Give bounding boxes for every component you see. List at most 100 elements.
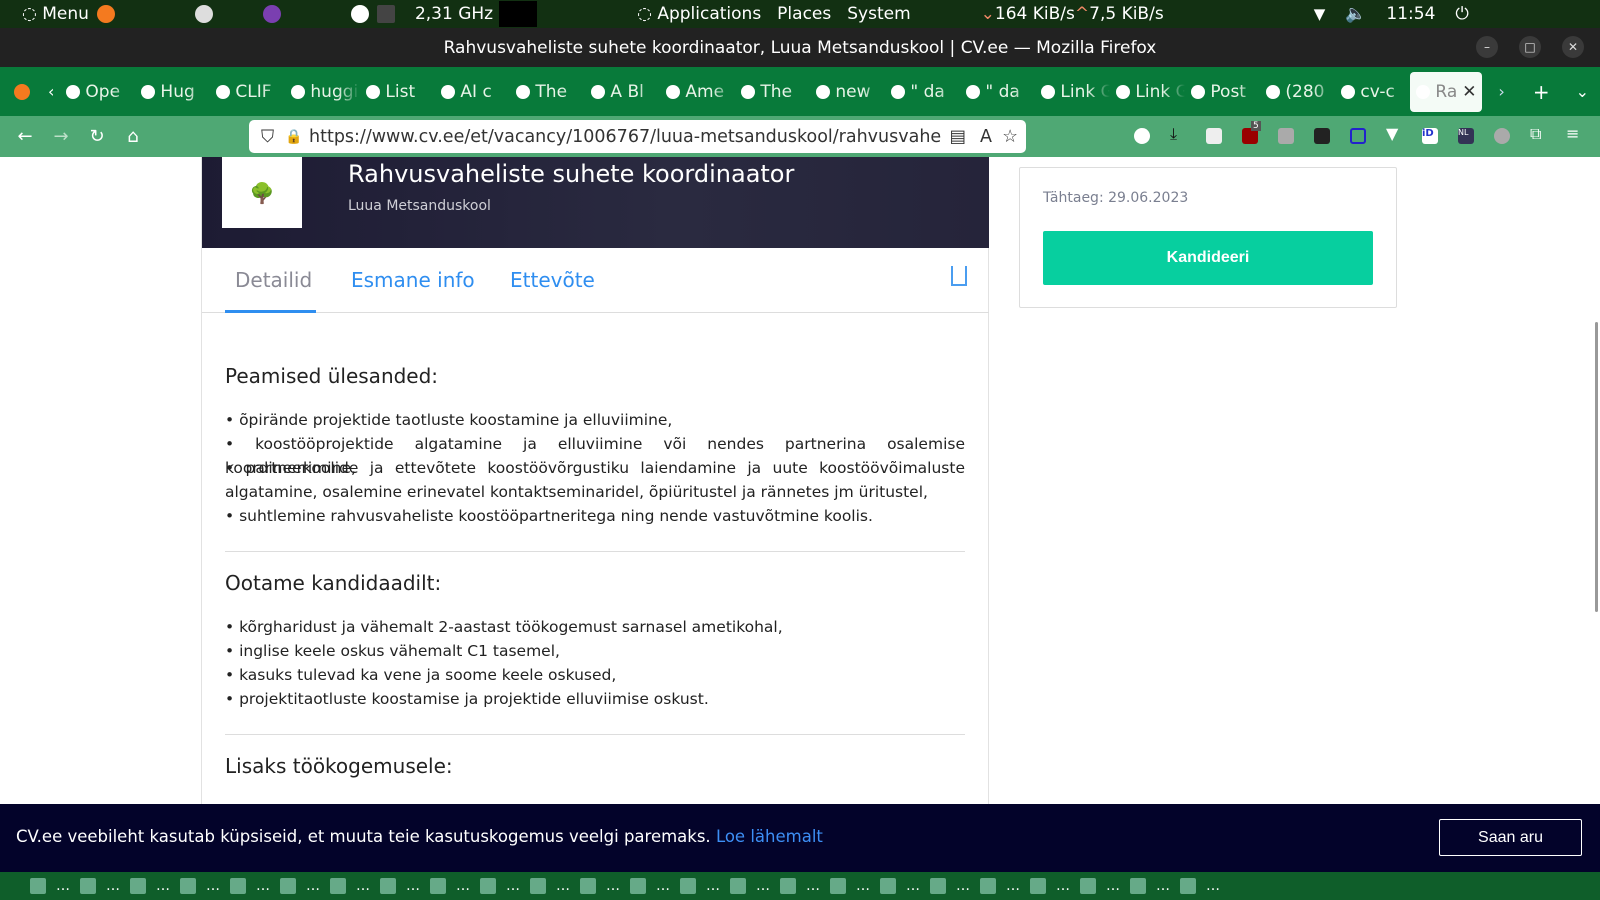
taskbar-app-icon[interactable] <box>130 878 146 894</box>
lock-icon[interactable]: 🔒 <box>285 129 302 145</box>
browser-tab[interactable]: Link G <box>1035 72 1110 112</box>
browser-tab[interactable]: The <box>735 72 810 112</box>
bookmark-star-icon[interactable]: ☆ <box>1002 126 1018 147</box>
new-tab-button[interactable]: + <box>1533 80 1550 104</box>
scroll-tabs-right[interactable]: › <box>1498 82 1504 101</box>
extensions-icon[interactable]: ⧉ <box>1530 124 1546 143</box>
browser-tab[interactable]: The <box>510 72 585 112</box>
tab-esmane-info[interactable]: Esmane info <box>351 268 475 292</box>
back-button[interactable]: ← <box>7 126 43 147</box>
page-scrollbar[interactable] <box>1592 157 1600 804</box>
url-text[interactable]: https://www.cv.ee/et/vacancy/1006767/luu… <box>309 127 941 147</box>
taskbar-app-icon[interactable] <box>530 878 546 894</box>
taskbar-app-icon[interactable] <box>180 878 196 894</box>
applications-menu[interactable]: ◌ Applications <box>637 4 761 24</box>
maximize-button[interactable]: □ <box>1519 36 1541 58</box>
power-icon[interactable]: ⏻ <box>1455 4 1468 24</box>
wifi-icon[interactable]: ▼ <box>1314 5 1326 23</box>
address-bar[interactable]: ⛉ 🔒 https://www.cv.ee/et/vacancy/1006767… <box>249 120 1026 153</box>
browser-tab[interactable]: Ope <box>60 72 135 112</box>
taskbar-app-icon[interactable] <box>1030 878 1046 894</box>
taskbar-app-icon[interactable] <box>880 878 896 894</box>
taskbar-app-icon[interactable] <box>830 878 846 894</box>
browser-tab[interactable]: " da <box>960 72 1035 112</box>
volume-icon[interactable]: 🔈 <box>1345 4 1366 24</box>
browser-tab[interactable]: Ra ✕ <box>1410 71 1483 112</box>
taskbar-app-icon[interactable] <box>630 878 646 894</box>
pocket-icon[interactable] <box>1134 128 1150 144</box>
places-menu[interactable]: Places <box>777 4 831 24</box>
clock[interactable]: 11:54 <box>1386 4 1435 24</box>
apply-button[interactable]: Kandideeri <box>1043 231 1373 285</box>
taskbar-app-icon[interactable] <box>430 878 446 894</box>
share-icon[interactable] <box>951 266 967 286</box>
filter-icon[interactable]: ▼ <box>1386 124 1402 143</box>
tab-ettevote[interactable]: Ettevõte <box>510 268 595 292</box>
browser-tab[interactable]: AI c <box>435 72 510 112</box>
taskbar-app-icon[interactable] <box>980 878 996 894</box>
system-menu[interactable]: System <box>847 4 910 24</box>
taskbar-app-icon[interactable] <box>680 878 696 894</box>
taskbar-app-icon[interactable] <box>730 878 746 894</box>
taskbar-app-icon[interactable] <box>780 878 796 894</box>
taskbar-app-icon[interactable] <box>230 878 246 894</box>
firefox-icon[interactable] <box>96 5 115 23</box>
ublock-icon[interactable]: 5 <box>1242 121 1261 144</box>
browser-tab[interactable]: Post <box>1185 72 1260 112</box>
cloud-icon[interactable] <box>1494 128 1510 144</box>
browser-tab[interactable]: cv-c <box>1335 72 1410 112</box>
tor-icon[interactable] <box>262 5 281 23</box>
scroll-tabs-left[interactable]: ‹ <box>48 82 54 101</box>
translate-icon[interactable]: A <box>980 126 992 147</box>
browser-tab[interactable]: huggin <box>285 72 360 112</box>
forward-button[interactable]: → <box>43 126 79 147</box>
nl-icon[interactable]: NL <box>1458 128 1474 144</box>
taskbar-ellipsis: … <box>606 878 620 894</box>
browser-tab[interactable]: Link G <box>1110 72 1185 112</box>
browser-tab[interactable]: " da <box>885 72 960 112</box>
shield-icon[interactable]: ⛉ <box>261 127 274 147</box>
app-menu-icon[interactable]: ≡ <box>1566 124 1582 143</box>
vtr-icon[interactable] <box>1314 128 1330 144</box>
taskbar-app-icon[interactable] <box>30 878 46 894</box>
menu-button[interactable]: ◌ Menu <box>22 4 89 24</box>
browser-tab[interactable]: CLIF <box>210 72 285 112</box>
home-button[interactable]: ⌂ <box>115 126 151 147</box>
browser-tab[interactable]: Ame <box>660 72 735 112</box>
minimize-button[interactable]: – <box>1476 36 1498 58</box>
taskbar-app-icon[interactable] <box>1080 878 1096 894</box>
company-name[interactable]: Luua Metsanduskool <box>348 198 491 214</box>
browser-tab[interactable]: A Bl <box>585 72 660 112</box>
read-more-link[interactable]: Loe lähemalt <box>716 827 823 846</box>
browser-tab[interactable]: (280 <box>1260 72 1335 112</box>
terminal-icon[interactable] <box>376 5 395 23</box>
accept-cookies-button[interactable]: Saan aru <box>1439 819 1582 856</box>
id-icon[interactable]: iD <box>1422 128 1438 144</box>
reload-button[interactable]: ↻ <box>79 126 115 147</box>
taskbar-app-icon[interactable] <box>930 878 946 894</box>
browser-tab[interactable]: new <box>810 72 885 112</box>
downloads-icon[interactable]: ⤓ <box>1170 124 1186 143</box>
tab-detailid[interactable]: Detailid <box>235 268 312 292</box>
taskbar-app-icon[interactable] <box>580 878 596 894</box>
taskbar-app-icon[interactable] <box>330 878 346 894</box>
browser-tab[interactable]: Hug <box>135 72 210 112</box>
taskbar-app-icon[interactable] <box>80 878 96 894</box>
taskbar-app-icon[interactable] <box>280 878 296 894</box>
link-icon[interactable] <box>1350 128 1366 144</box>
reader-view-icon[interactable]: ▤ <box>945 126 966 147</box>
search-icon[interactable] <box>194 5 213 23</box>
opera-icon[interactable] <box>350 5 369 23</box>
taskbar-app-icon[interactable] <box>1130 878 1146 894</box>
taskbar-app-icon[interactable] <box>1180 878 1196 894</box>
close-tab-icon[interactable]: ✕ <box>1462 82 1476 102</box>
taskbar-app-icon[interactable] <box>380 878 396 894</box>
notes-icon[interactable] <box>1206 128 1222 144</box>
browser-tab[interactable]: List <box>360 72 435 112</box>
extension-icon[interactable] <box>1278 128 1294 144</box>
scrollbar-thumb[interactable] <box>1595 322 1598 612</box>
close-window-button[interactable]: ✕ <box>1562 36 1584 58</box>
taskbar-app-icon[interactable] <box>480 878 496 894</box>
list-tabs-button[interactable]: ⌄ <box>1576 82 1589 101</box>
firefox-view-icon[interactable] <box>14 83 30 100</box>
